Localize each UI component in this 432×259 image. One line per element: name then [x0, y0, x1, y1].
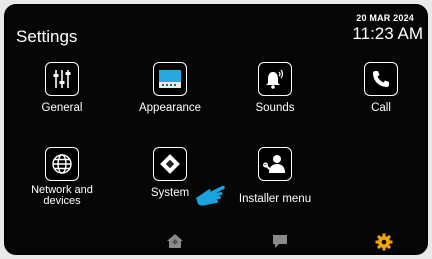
- globe-icon: [45, 147, 79, 181]
- clock-time: 11:23 AM: [352, 24, 423, 43]
- tile-installer-menu[interactable]: Installer menu: [235, 147, 315, 205]
- message-icon[interactable]: [271, 233, 289, 253]
- tile-appearance-label: Appearance: [138, 102, 202, 114]
- bell-icon: [258, 62, 292, 96]
- tile-general[interactable]: General: [22, 62, 102, 114]
- gear-icon[interactable]: [375, 233, 393, 253]
- tile-general-label: General: [41, 102, 83, 114]
- chip-icon: [153, 147, 187, 181]
- tile-call-label: Call: [371, 102, 391, 114]
- tile-call[interactable]: Call: [341, 62, 421, 114]
- installer-icon: [258, 147, 292, 181]
- tile-sounds[interactable]: Sounds: [235, 62, 315, 114]
- date-label: 20 MAR 2024: [356, 13, 414, 23]
- tile-appearance[interactable]: Appearance: [130, 62, 210, 114]
- display-icon: [153, 62, 187, 96]
- pointing-hand-icon: [194, 178, 230, 215]
- phone-icon: [364, 62, 398, 96]
- tile-network-devices[interactable]: Network and devices: [22, 147, 102, 207]
- home-icon[interactable]: [166, 233, 184, 253]
- tile-network-label-line2: devices: [43, 195, 81, 207]
- page-title: Settings: [16, 27, 78, 46]
- device-frame: Settings 20 MAR 2024 11:23 AM General Ap…: [4, 4, 428, 255]
- screen: Settings 20 MAR 2024 11:23 AM General Ap…: [6, 6, 426, 253]
- tile-sounds-label: Sounds: [255, 102, 295, 114]
- tile-installer-label: Installer menu: [238, 193, 312, 205]
- sliders-icon: [45, 62, 79, 96]
